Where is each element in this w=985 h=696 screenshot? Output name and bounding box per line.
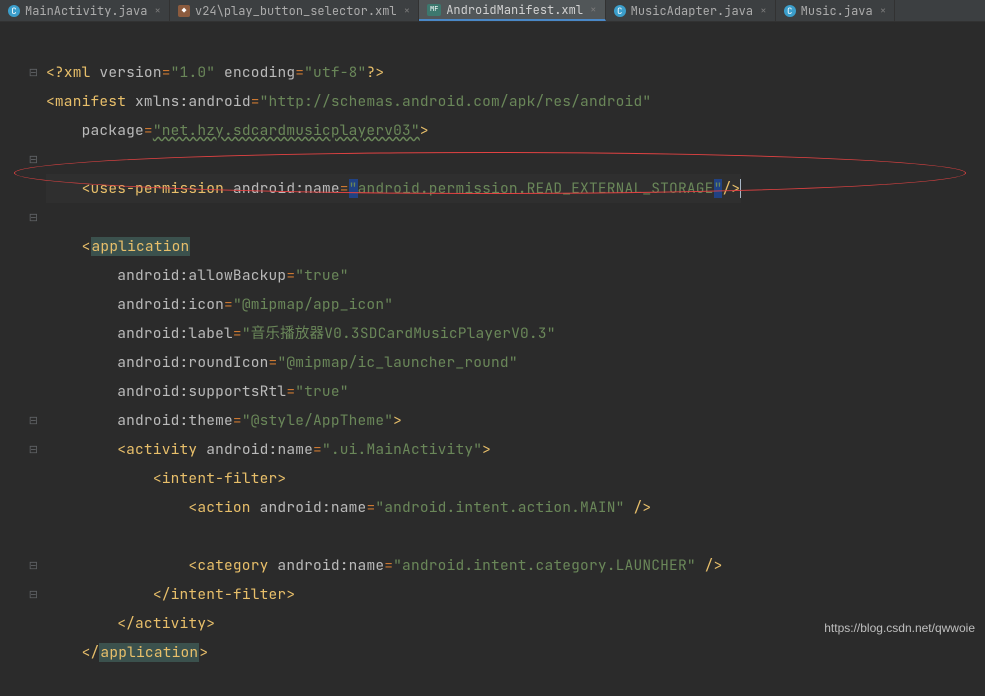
fold-icon[interactable]: ⊟ (29, 66, 38, 80)
fold-icon[interactable]: ⊟ (29, 588, 38, 602)
fold-icon[interactable]: ⊟ (29, 153, 38, 167)
close-icon[interactable]: × (154, 4, 161, 18)
close-icon[interactable]: × (880, 4, 887, 18)
fold-icon[interactable]: ⊟ (29, 443, 38, 457)
fold-icon[interactable]: ⊟ (29, 414, 38, 428)
fold-icon[interactable]: ⊟ (29, 211, 38, 225)
class-icon: C (614, 5, 626, 17)
watermark: https://blog.csdn.net/qwwoie (824, 621, 975, 635)
tab-label: v24\play_button_selector.xml (195, 3, 397, 19)
tab-mainactivity[interactable]: C MainActivity.java × (0, 0, 170, 21)
code-editor[interactable]: ⊟ ⊟ ⊟ ⊟ ⊟ ⊟ ⊟ <?xml version="1.0" encodi… (0, 22, 985, 641)
xml-icon: ◆ (178, 5, 190, 17)
editor-tabs: C MainActivity.java × ◆ v24\play_button_… (0, 0, 985, 22)
tab-label: Music.java (801, 3, 873, 19)
tab-label: AndroidManifest.xml (446, 2, 583, 18)
close-icon[interactable]: × (590, 3, 597, 17)
tab-label: MusicAdapter.java (631, 3, 753, 19)
tab-music[interactable]: C Music.java × (776, 0, 896, 21)
code-area[interactable]: <?xml version="1.0" encoding="utf-8"?> <… (44, 22, 741, 641)
tab-label: MainActivity.java (25, 3, 147, 19)
close-icon[interactable]: × (760, 4, 767, 18)
manifest-icon: MF (427, 4, 441, 16)
tab-play-button-selector[interactable]: ◆ v24\play_button_selector.xml × (170, 0, 419, 21)
tab-musicadapter[interactable]: C MusicAdapter.java × (606, 0, 776, 21)
close-icon[interactable]: × (404, 4, 411, 18)
tab-androidmanifest[interactable]: MF AndroidManifest.xml × (419, 0, 605, 21)
gutter: ⊟ ⊟ ⊟ ⊟ ⊟ ⊟ ⊟ (0, 22, 44, 641)
class-icon: C (784, 5, 796, 17)
fold-icon[interactable]: ⊟ (29, 559, 38, 573)
class-icon: C (8, 5, 20, 17)
